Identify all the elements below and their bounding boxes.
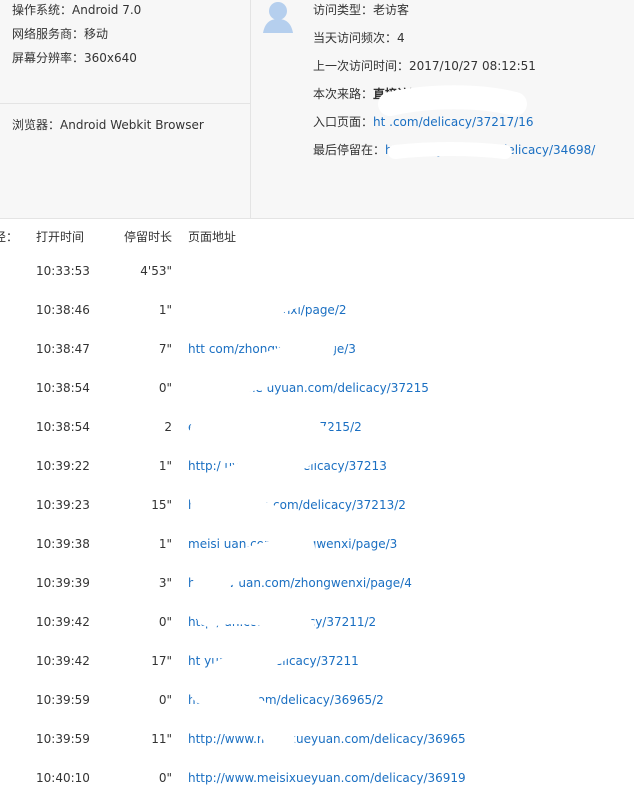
page-url-link[interactable]: n.com/zhongwenxi/page/2 bbox=[188, 300, 347, 320]
stay-duration: 4'53" bbox=[140, 264, 172, 278]
page-url-link[interactable]: http://www.meisixueyuan.com/delicacy/369… bbox=[188, 729, 466, 749]
stay-duration: 1" bbox=[158, 537, 172, 551]
page-url-link[interactable]: http:/ ueyuan.com/delicacy/37213/2 bbox=[188, 495, 406, 515]
os-value: Android 7.0 bbox=[72, 3, 142, 17]
visitor-info-panel: 操作系统：Android 7.0 网络服务商：移动 屏幕分辨率：360x640 … bbox=[0, 0, 634, 219]
visit-type-value: 老访客 bbox=[373, 3, 410, 17]
table-row: 10:39:42 17" ht yuan.com/delicacy/37211 bbox=[0, 651, 634, 671]
stay-duration: 17" bbox=[151, 654, 172, 668]
table-row: 10:33:53 4'53" com/delicacy/37217/16 bbox=[0, 261, 634, 281]
stay-duration: 1" bbox=[158, 303, 172, 317]
browser-label: 浏览器： bbox=[12, 118, 61, 132]
open-time: 10:38:54 bbox=[36, 381, 90, 395]
resolution-label: 屏幕分辨率： bbox=[12, 51, 85, 65]
exit-page: 最后停留在：http:/ ueyuan.com/delicacy/34698/ bbox=[313, 141, 595, 159]
last-visit-label: 上一次访问时间： bbox=[313, 59, 410, 73]
resolution-info: 屏幕分辨率：360x640 bbox=[12, 49, 137, 67]
stay-duration: 0" bbox=[158, 693, 172, 707]
open-time: 10:39:39 bbox=[36, 576, 90, 590]
browser-value: Android Webkit Browser bbox=[60, 118, 204, 132]
header-open-time: 打开时间 bbox=[36, 230, 85, 244]
table-row: 10:38:46 1" n.com/zhongwenxi/page/2 bbox=[0, 300, 634, 320]
isp-value: 移动 bbox=[84, 27, 109, 41]
resolution-value: 360x640 bbox=[84, 51, 137, 65]
os-info: 操作系统：Android 7.0 bbox=[12, 1, 141, 19]
visit-type-label: 访问类型： bbox=[313, 3, 374, 17]
entry-page-link[interactable]: ht .com/delicacy/37217/16 bbox=[373, 115, 533, 129]
page-url-link[interactable]: htt com/zhongwenxi/page/3 bbox=[188, 339, 356, 359]
open-time: 10:39:59 bbox=[36, 732, 90, 746]
stay-duration: 7" bbox=[158, 342, 172, 356]
visit-frequency: 当天访问频次：4 bbox=[313, 29, 405, 47]
stay-duration: 3" bbox=[158, 576, 172, 590]
table-row: 10:39:59 0" http:/ uan.com/delicacy/3696… bbox=[0, 690, 634, 710]
stay-duration: 0" bbox=[158, 381, 172, 395]
open-time: 10:38:46 bbox=[36, 303, 90, 317]
entry-page-label: 入口页面： bbox=[313, 115, 374, 129]
stay-duration: 1" bbox=[158, 459, 172, 473]
visit-source-value: 直接访问 bbox=[373, 87, 422, 101]
stay-duration: 11" bbox=[151, 732, 172, 746]
header-page-url: 页面地址 bbox=[188, 230, 237, 244]
page-url-link[interactable]: h ://www.me uyuan.com/delicacy/37215 bbox=[188, 378, 429, 398]
stay-duration: 0" bbox=[158, 771, 172, 785]
open-time: 10:39:42 bbox=[36, 615, 90, 629]
table-row: 10:38:54 2 eyuan.com/delicacy/37215/2 bbox=[0, 417, 634, 437]
open-time: 10:38:54 bbox=[36, 420, 90, 434]
stay-duration: 15" bbox=[151, 498, 172, 512]
table-row: 10:39:42 0" http:/ an.com/delicacy/37211… bbox=[0, 612, 634, 632]
stay-duration: 0" bbox=[158, 615, 172, 629]
exit-page-link[interactable]: http:/ ueyuan.com/delicacy/34698/ bbox=[385, 143, 595, 157]
table-header: 径： 打开时间 停留时长 页面地址 bbox=[0, 227, 634, 247]
isp-label: 网络服务商： bbox=[12, 27, 85, 41]
page-url-link[interactable]: ht yuan.com/delicacy/37211 bbox=[188, 651, 359, 671]
page-url-link[interactable]: eyuan.com/delicacy/37215/2 bbox=[188, 417, 362, 437]
page-url-link[interactable]: http:/ an.com/delicacy/37211/2 bbox=[188, 612, 376, 632]
table-row: 10:39:38 1" meisi uan.com/zhongwenxi/pag… bbox=[0, 534, 634, 554]
visit-frequency-value: 4 bbox=[397, 31, 405, 45]
open-time: 10:39:23 bbox=[36, 498, 90, 512]
page-url-link[interactable]: http:/ uan.com/delicacy/36965/2 bbox=[188, 690, 384, 710]
page-url-link[interactable]: http://w uan.com/zhongwenxi/page/4 bbox=[188, 573, 412, 593]
page-url-link[interactable]: http:/ uyuan.com/delicacy/37213 bbox=[188, 456, 387, 476]
open-time: 10:39:42 bbox=[36, 654, 90, 668]
header-duration: 停留时长 bbox=[124, 230, 173, 244]
table-row: 10:38:54 0" h ://www.me uyuan.com/delica… bbox=[0, 378, 634, 398]
visit-source: 本次来路：直接访问 bbox=[313, 85, 421, 103]
page-url-link[interactable]: com/delicacy/37217/16 bbox=[188, 261, 329, 281]
table-row: 10:39:22 1" http:/ uyuan.com/delicacy/37… bbox=[0, 456, 634, 476]
stay-duration: 2 bbox=[164, 420, 172, 434]
panel-vertical-divider bbox=[250, 0, 251, 218]
visit-source-label: 本次来路： bbox=[313, 87, 374, 101]
user-avatar-icon bbox=[262, 0, 294, 34]
visit-type: 访问类型：老访客 bbox=[313, 1, 409, 19]
entry-page: 入口页面：ht .com/delicacy/37217/16 bbox=[313, 113, 533, 131]
last-visit-time: 上一次访问时间：2017/10/27 08:12:51 bbox=[313, 57, 536, 75]
table-row: 10:38:47 7" htt com/zhongwenxi/page/3 bbox=[0, 339, 634, 359]
last-visit-value: 2017/10/27 08:12:51 bbox=[409, 59, 536, 73]
page-url-link[interactable]: http://www.meisixueyuan.com/delicacy/369… bbox=[188, 768, 466, 788]
table-row: 10:39:39 3" http://w uan.com/zhongwenxi/… bbox=[0, 573, 634, 593]
table-row: 10:39:59 11" http://www.meisixueyuan.com… bbox=[0, 729, 634, 749]
open-time: 10:39:59 bbox=[36, 693, 90, 707]
table-row: 10:40:10 0" http://www.meisixueyuan.com/… bbox=[0, 768, 634, 788]
os-label: 操作系统： bbox=[12, 3, 73, 17]
visit-frequency-label: 当天访问频次： bbox=[313, 31, 398, 45]
page-url-link[interactable]: meisi uan.com/zhongwenxi/page/3 bbox=[188, 534, 397, 554]
exit-page-label: 最后停留在： bbox=[313, 143, 386, 157]
header-path: 径： bbox=[0, 230, 19, 244]
open-time: 10:39:38 bbox=[36, 537, 90, 551]
open-time: 10:33:53 bbox=[36, 264, 90, 278]
panel-horizontal-divider bbox=[0, 103, 250, 104]
open-time: 10:39:22 bbox=[36, 459, 90, 473]
browser-info: 浏览器：Android Webkit Browser bbox=[12, 116, 204, 134]
open-time: 10:40:10 bbox=[36, 771, 90, 785]
table-row: 10:39:23 15" http:/ ueyuan.com/delicacy/… bbox=[0, 495, 634, 515]
open-time: 10:38:47 bbox=[36, 342, 90, 356]
isp-info: 网络服务商：移动 bbox=[12, 25, 108, 43]
